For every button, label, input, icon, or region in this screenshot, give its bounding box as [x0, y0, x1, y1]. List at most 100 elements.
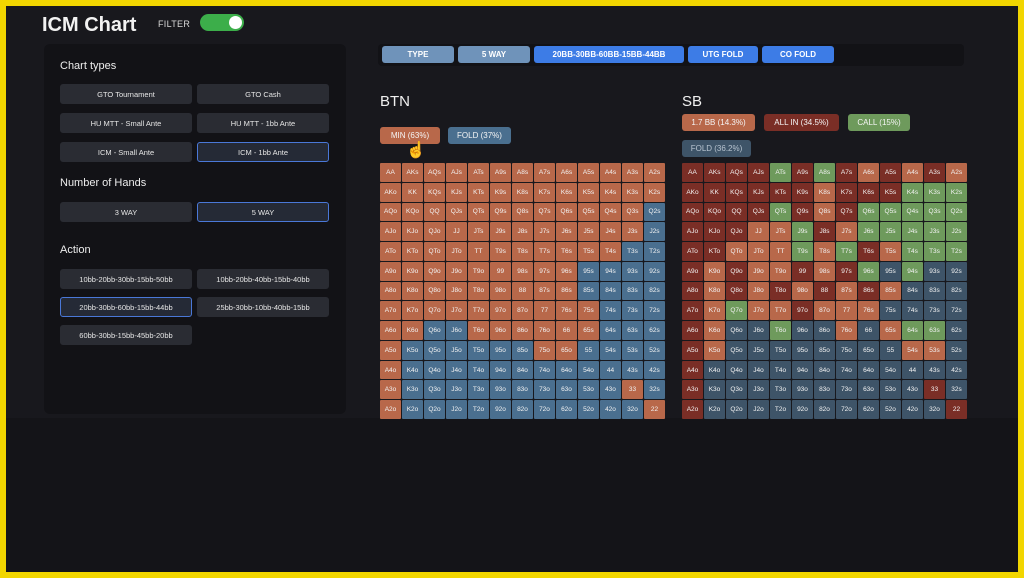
hand-cell[interactable]: 22 [946, 400, 967, 419]
hand-cell[interactable]: 63o [556, 380, 577, 400]
hand-cell[interactable]: 85s [880, 281, 901, 301]
hand-cell[interactable]: A4o [682, 360, 703, 380]
hand-cell[interactable]: A9o [682, 261, 703, 281]
hand-cell[interactable]: 55 [578, 340, 599, 360]
hand-cell[interactable]: 32o [924, 400, 945, 419]
hand-cell[interactable]: 85o [814, 340, 835, 360]
hand-cell[interactable]: 62s [946, 321, 967, 340]
hand-cell[interactable]: 96s [858, 261, 879, 281]
hand-cell[interactable]: QQ [424, 202, 445, 222]
hand-cell[interactable]: 84s [902, 281, 923, 301]
hand-cell[interactable]: 72o [836, 400, 857, 419]
hand-cell[interactable]: A8s [512, 163, 533, 182]
hand-cell[interactable]: K5o [704, 340, 725, 360]
hand-cell[interactable]: KK [704, 182, 725, 202]
hand-cell[interactable]: JTo [446, 242, 467, 261]
hand-cell[interactable]: 54s [902, 340, 923, 360]
hand-cell[interactable]: T9s [490, 242, 511, 261]
hand-cell[interactable]: KJo [402, 222, 423, 242]
hand-cell[interactable]: 32o [622, 400, 643, 419]
hand-cell[interactable]: 42s [644, 360, 665, 380]
hand-cell[interactable]: K2o [402, 400, 423, 419]
hand-cell[interactable]: K7s [534, 182, 555, 202]
hand-cell[interactable]: 66 [858, 321, 879, 340]
hand-cell[interactable]: AKo [682, 182, 703, 202]
hand-cell[interactable]: AQo [380, 202, 401, 222]
filter-pill-stacks[interactable]: 20BB-30BB-60BB-15BB-44BB [534, 46, 684, 63]
hand-cell[interactable]: J6s [556, 222, 577, 242]
hand-cell[interactable]: 92o [792, 400, 813, 419]
hand-cell[interactable]: 22 [644, 400, 665, 419]
hand-cell[interactable]: A8s [814, 163, 835, 182]
hand-cell[interactable]: QQ [726, 202, 747, 222]
hand-cell[interactable]: 65s [578, 321, 599, 340]
hand-cell[interactable]: T5s [578, 242, 599, 261]
hand-cell[interactable]: QTs [468, 202, 489, 222]
hand-cell[interactable]: 54o [880, 360, 901, 380]
hand-cell[interactable]: T8s [512, 242, 533, 261]
hand-cell[interactable]: AJo [380, 222, 401, 242]
hand-cell[interactable]: A4s [600, 163, 621, 182]
hand-cell[interactable]: 97o [490, 301, 511, 321]
hand-cell[interactable]: 52o [578, 400, 599, 419]
hand-cell[interactable]: 93o [792, 380, 813, 400]
hand-cell[interactable]: Q4s [600, 202, 621, 222]
hand-cell[interactable]: T3o [770, 380, 791, 400]
filter-pill-type[interactable]: TYPE [382, 46, 454, 63]
hand-cell[interactable]: 32s [946, 380, 967, 400]
hand-cell[interactable]: K7o [704, 301, 725, 321]
hand-cell[interactable]: QJs [446, 202, 467, 222]
hand-cell[interactable]: J8s [512, 222, 533, 242]
hand-cell[interactable]: T7o [468, 301, 489, 321]
hand-cell[interactable]: 62o [556, 400, 577, 419]
hand-cell[interactable]: J9o [446, 261, 467, 281]
hand-cell[interactable]: Q4o [726, 360, 747, 380]
hand-cell[interactable]: Q5s [578, 202, 599, 222]
hand-cell[interactable]: A8o [682, 281, 703, 301]
hand-cell[interactable]: A5o [380, 340, 401, 360]
hand-cell[interactable]: 97o [792, 301, 813, 321]
hand-cell[interactable]: 66 [556, 321, 577, 340]
hand-cell[interactable]: A9s [792, 163, 813, 182]
hand-cell[interactable]: A7s [534, 163, 555, 182]
hand-cell[interactable]: 53o [578, 380, 599, 400]
hand-cell[interactable]: A5s [880, 163, 901, 182]
hand-cell[interactable]: 83o [814, 380, 835, 400]
hand-cell[interactable]: 73o [534, 380, 555, 400]
hand-cell[interactable]: 82o [512, 400, 533, 419]
hand-cell[interactable]: Q7o [424, 301, 445, 321]
hand-cell[interactable]: Q9s [490, 202, 511, 222]
hand-cell[interactable]: JTs [770, 222, 791, 242]
hand-cell[interactable]: K8s [512, 182, 533, 202]
hand-cell[interactable]: K6s [556, 182, 577, 202]
hand-cell[interactable]: T7s [836, 242, 857, 261]
hand-cell[interactable]: JTo [748, 242, 769, 261]
hand-cell[interactable]: AJs [446, 163, 467, 182]
hand-cell[interactable]: 95o [490, 340, 511, 360]
hand-cell[interactable]: 93s [924, 261, 945, 281]
hand-cell[interactable]: K4s [600, 182, 621, 202]
hand-cell[interactable]: A6s [858, 163, 879, 182]
hand-cell[interactable]: K6o [402, 321, 423, 340]
hands-3-way[interactable]: 3 WAY [60, 202, 192, 222]
hand-cell[interactable]: A3s [924, 163, 945, 182]
hand-cell[interactable]: KTs [468, 182, 489, 202]
chart-type-hu-mtt-1bb-ante[interactable]: HU MTT - 1bb Ante [197, 113, 329, 133]
hand-cell[interactable]: A3o [682, 380, 703, 400]
hand-cell[interactable]: K5s [578, 182, 599, 202]
hand-cell[interactable]: AQs [424, 163, 445, 182]
hand-cell[interactable]: T9o [468, 261, 489, 281]
hand-cell[interactable]: J5s [880, 222, 901, 242]
hand-cell[interactable]: JJ [446, 222, 467, 242]
hand-cell[interactable]: T9o [770, 261, 791, 281]
hand-cell[interactable]: K8s [814, 182, 835, 202]
hand-cell[interactable]: Q5s [880, 202, 901, 222]
hand-cell[interactable]: KJs [748, 182, 769, 202]
hand-cell[interactable]: A2s [644, 163, 665, 182]
hand-cell[interactable]: Q2o [726, 400, 747, 419]
hand-cell[interactable]: Q4s [902, 202, 923, 222]
hand-cell[interactable]: 92o [490, 400, 511, 419]
hand-cell[interactable]: Q3s [924, 202, 945, 222]
hand-cell[interactable]: 75o [534, 340, 555, 360]
hand-cell[interactable]: T3s [924, 242, 945, 261]
